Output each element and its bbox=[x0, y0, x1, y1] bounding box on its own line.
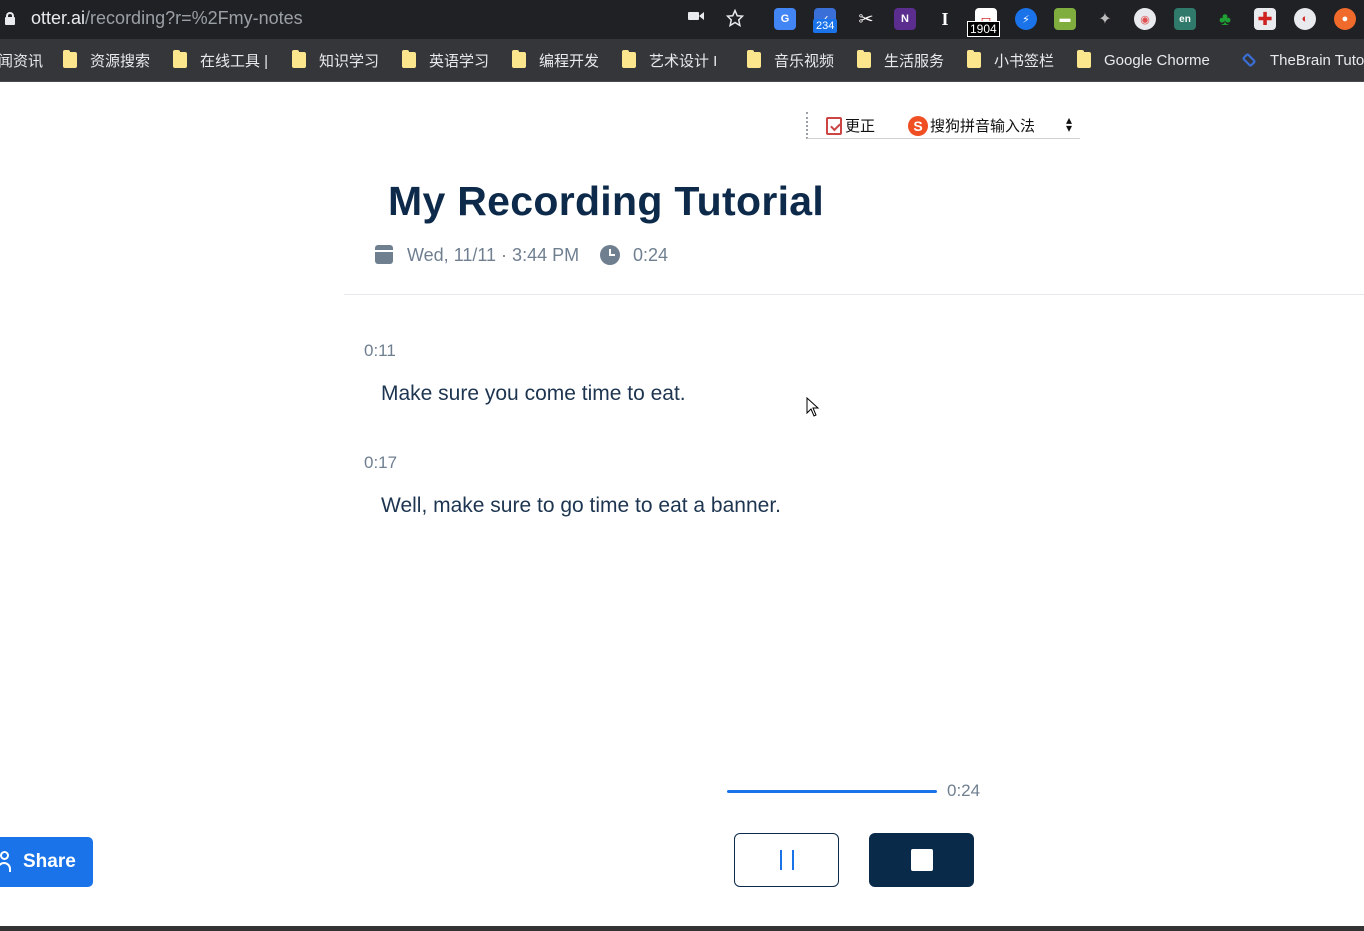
stop-icon bbox=[910, 849, 933, 871]
transcript-line[interactable]: Well, make sure to go time to eat a bann… bbox=[381, 494, 781, 518]
scissors-icon[interactable]: ✂ bbox=[855, 8, 877, 30]
bookmark-label: 音乐视频 bbox=[774, 52, 835, 70]
en-dictionary-icon[interactable]: en bbox=[1174, 8, 1196, 30]
clock-icon bbox=[600, 245, 620, 265]
sogou-icon: S bbox=[908, 115, 928, 136]
transcript-line[interactable]: Make sure you come time to eat. bbox=[381, 382, 686, 406]
bookmark-knowledge[interactable]: 知识学习 bbox=[292, 49, 379, 71]
calendar-badge: 1904 bbox=[967, 21, 1000, 37]
bookmark-thebrain[interactable]: TheBrain Tuto bbox=[1240, 49, 1364, 71]
ime-toolbar: 更正 S 搜狗拼音输入法 ▴ ▾ bbox=[806, 112, 1080, 139]
recording-duration: 0:24 bbox=[633, 244, 669, 265]
correct-icon bbox=[826, 116, 842, 135]
url-host: otter.ai bbox=[31, 8, 86, 28]
record-icon[interactable]: ◉ bbox=[1134, 8, 1156, 30]
bookmark-label: 小书签栏 bbox=[994, 52, 1055, 70]
bookmark-label: 生活服务 bbox=[884, 52, 945, 70]
share-label: Share bbox=[23, 851, 76, 872]
bookmark-label: 闻资讯 bbox=[0, 52, 44, 70]
share-button[interactable]: Share bbox=[0, 837, 93, 887]
lightning-icon[interactable]: ⚡ bbox=[1015, 8, 1037, 30]
folder-icon bbox=[622, 50, 636, 68]
bookmark-label: Google Chorme bbox=[1104, 51, 1210, 69]
evernote-icon[interactable]: ♣ bbox=[1214, 8, 1236, 30]
folder-icon bbox=[747, 50, 761, 68]
bookmark-label: 在线工具 | bbox=[200, 52, 269, 70]
bookmark-bookmarklets[interactable]: 小书签栏 bbox=[967, 49, 1054, 71]
header-divider bbox=[344, 294, 1364, 295]
folder-icon bbox=[402, 50, 416, 68]
google-translate-icon[interactable]: G bbox=[774, 8, 796, 30]
bookmark-label: TheBrain Tuto bbox=[1270, 51, 1364, 69]
folder-icon bbox=[857, 50, 871, 68]
stop-button[interactable] bbox=[869, 833, 974, 887]
star-icon[interactable] bbox=[725, 8, 745, 29]
playback-time: 0:24 bbox=[947, 781, 981, 800]
medical-cross-icon[interactable]: ✚ bbox=[1254, 8, 1276, 30]
calendar-icon bbox=[375, 245, 393, 264]
ime-more-icon[interactable]: ▴ ▾ bbox=[1066, 114, 1072, 134]
pause-icon-bar bbox=[791, 850, 794, 870]
bookmark-english[interactable]: 英语学习 bbox=[402, 49, 489, 71]
ime-sogou-button[interactable]: S 搜狗拼音输入法 bbox=[908, 115, 1035, 136]
transcript-timestamp[interactable]: 0:17 bbox=[364, 453, 397, 473]
ime-correct-label: 更正 bbox=[845, 118, 876, 135]
chrome-color-icon[interactable]: ◐ bbox=[1294, 8, 1316, 30]
folder-icon bbox=[967, 50, 981, 68]
onenote-icon[interactable]: N bbox=[894, 8, 916, 30]
orange-ball-icon[interactable]: ● bbox=[1334, 8, 1356, 30]
ime-sogou-label: 搜狗拼音输入法 bbox=[930, 118, 1036, 135]
camera-icon[interactable] bbox=[686, 9, 706, 29]
bookmark-label: 艺术设计 I bbox=[649, 52, 718, 70]
bookmark-programming[interactable]: 编程开发 bbox=[512, 49, 599, 71]
address-bar[interactable]: otter.ai/recording?r=%2Fmy-notes bbox=[31, 8, 303, 29]
bookmark-news[interactable]: 闻资讯 bbox=[0, 49, 43, 71]
recording-date: Wed, 11/11 · 3:44 PM bbox=[407, 244, 580, 265]
lock-icon[interactable] bbox=[5, 12, 15, 25]
bookmark-resource-search[interactable]: 资源搜索 bbox=[63, 49, 150, 71]
pin-icon[interactable]: ✦ bbox=[1094, 8, 1116, 30]
bookmark-label: 编程开发 bbox=[539, 52, 600, 70]
checker-badge: 234 bbox=[813, 19, 838, 33]
folder-icon bbox=[63, 50, 77, 68]
page-title: My Recording Tutorial bbox=[388, 178, 825, 224]
url-path: /recording?r=%2Fmy-notes bbox=[85, 8, 303, 28]
person-icon bbox=[0, 851, 11, 873]
bookmark-label: 知识学习 bbox=[319, 52, 380, 70]
bookmark-label: 资源搜索 bbox=[90, 52, 151, 70]
folder-icon bbox=[512, 50, 526, 68]
folder-icon bbox=[292, 50, 306, 68]
transcript-timestamp[interactable]: 0:11 bbox=[364, 341, 396, 361]
bookmarks-bar: 闻资讯 资源搜索 在线工具 | 知识学习 英语学习 编程开发 艺术设计 I 音乐… bbox=[0, 39, 1364, 82]
pause-icon bbox=[779, 850, 782, 870]
bookmark-label: 英语学习 bbox=[429, 52, 490, 70]
bookmark-google-chorme[interactable]: Google Chorme bbox=[1077, 49, 1210, 71]
grass-icon[interactable]: ▬ bbox=[1054, 8, 1076, 30]
ime-correct-button[interactable]: 更正 bbox=[826, 115, 875, 136]
folder-icon bbox=[1077, 50, 1091, 68]
bookmark-life-service[interactable]: 生活服务 bbox=[857, 49, 944, 71]
browser-toolbar: otter.ai/recording?r=%2Fmy-notes G ✓ 234… bbox=[0, 0, 1364, 39]
playback-progress-bar[interactable] bbox=[727, 790, 937, 793]
pause-button[interactable] bbox=[734, 833, 839, 887]
bookmark-art-design[interactable]: 艺术设计 I bbox=[622, 49, 717, 71]
window-bottom-edge bbox=[0, 926, 1364, 931]
mouse-cursor-icon bbox=[806, 397, 820, 417]
bookmark-online-tools[interactable]: 在线工具 | bbox=[173, 49, 268, 71]
bookmark-music-video[interactable]: 音乐视频 bbox=[747, 49, 834, 71]
text-cursor-icon[interactable]: I bbox=[934, 8, 956, 30]
thebrain-icon bbox=[1241, 52, 1257, 68]
folder-icon bbox=[173, 50, 187, 68]
